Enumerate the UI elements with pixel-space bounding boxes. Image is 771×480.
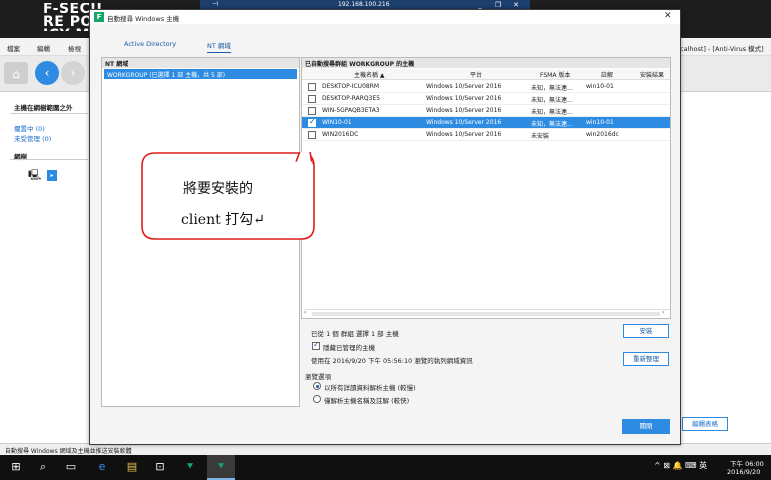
platform-cell: Windows 10/Server 2016: [426, 83, 502, 90]
window-title-fragment: calhost] - [Anti-Virus 模式]: [680, 45, 764, 53]
pending-link[interactable]: 擱置中 (0): [14, 123, 45, 133]
menu-file[interactable]: 檔案: [7, 43, 20, 53]
col-host-name[interactable]: 主機名稱 ▲: [354, 70, 385, 79]
menu-edit[interactable]: 編輯: [37, 43, 50, 53]
clock-time[interactable]: 下午 06:00: [730, 458, 764, 468]
fsma-cell: 未知，無法連...: [531, 109, 573, 116]
divider: [10, 159, 88, 160]
right-pane: [680, 92, 771, 442]
edit-table-button[interactable]: 編輯表格: [682, 417, 728, 431]
comment-cell: win10-01: [586, 83, 614, 90]
home-button[interactable]: ⌂: [4, 62, 28, 84]
refresh-button[interactable]: 重新整理: [623, 352, 669, 366]
edge-icon[interactable]: e: [94, 459, 110, 475]
close-button[interactable]: 關閉: [622, 419, 670, 434]
pin-icon[interactable]: ⊣: [212, 0, 218, 8]
windows-start-icon[interactable]: ⊞: [8, 459, 24, 475]
rdp-host: 192.168.100.216: [338, 1, 390, 8]
host-name-cell: DESKTOP-RARQ3E5: [322, 95, 381, 102]
col-fsma-version[interactable]: FSMA 版本: [540, 70, 570, 79]
table-row[interactable]: WIN-5GPAQB3ETA3 Windows 10/Server 2016 未…: [302, 105, 670, 117]
file-explorer-icon[interactable]: ▤: [124, 459, 140, 475]
row-checkbox[interactable]: [308, 83, 316, 91]
nt-domain-header: NT 網域: [102, 58, 299, 68]
row-checkbox[interactable]: [308, 117, 316, 127]
remote-desktop-screen: F-SECURE POLICY MANAGER ⊣ 192.168.100.21…: [0, 0, 771, 480]
back-button[interactable]: ‹: [35, 61, 59, 85]
row-checkbox[interactable]: [308, 107, 316, 115]
fsma-cell: 未知，無法連...: [531, 121, 573, 128]
selection-info: 已從 1 個 群組 選擇 1 部 主機: [311, 330, 399, 338]
table-row[interactable]: WIN2016DC Windows 10/Server 2016 未安裝 win…: [302, 129, 670, 141]
col-comment[interactable]: 註解: [601, 70, 613, 79]
home-icon: ⌂: [12, 67, 20, 81]
col-platform[interactable]: 平台: [470, 70, 482, 79]
dialog-titlebar[interactable]: F 自動搜尋 Windows 主機 ✕: [90, 10, 680, 24]
comment-cell: win2016dc: [586, 131, 619, 138]
fsecure-icon: F: [94, 12, 104, 22]
chevron-left-icon: ‹: [44, 66, 50, 80]
divider: [10, 113, 88, 114]
radio-full-resolve-label[interactable]: 以所有詳讀資料解析主機 (較慢): [324, 382, 416, 392]
host-name-cell: WIN-5GPAQB3ETA3: [322, 107, 380, 114]
callout-text-line1: 將要安裝的: [183, 181, 253, 197]
hosts-panel-header: 已自動搜尋群組 WORKGROUP 的主機: [302, 58, 670, 68]
task-view-icon[interactable]: ▭: [63, 459, 79, 475]
menu-view[interactable]: 檢視: [68, 43, 81, 53]
fsma-cell: 未安裝: [531, 133, 550, 140]
chevron-right-icon[interactable]: ›: [662, 309, 664, 316]
platform-cell: Windows 10/Server 2016: [426, 131, 502, 138]
row-checkbox[interactable]: [308, 131, 316, 139]
table-row[interactable]: DESKTOP-RARQ3E5 Windows 10/Server 2016 未…: [302, 93, 670, 105]
unmanaged-link[interactable]: 未受管理 (0): [14, 133, 51, 143]
radio-names-only[interactable]: [313, 395, 321, 403]
platform-cell: Windows 10/Server 2016: [426, 107, 502, 114]
system-tray[interactable]: ^ ⊠ 🔔 ⌨ 英: [654, 460, 707, 471]
scope-title: 主機在網樹範圍之外: [14, 104, 73, 112]
tab-active-directory[interactable]: Active Directory: [124, 40, 176, 50]
host-name-cell: WIN2016DC: [322, 131, 359, 138]
fsecure-policy-manager-icon[interactable]: ⯆: [213, 459, 229, 475]
hide-managed-label[interactable]: 隱藏已管理的主機: [323, 342, 375, 352]
hide-managed-checkbox[interactable]: [312, 340, 320, 350]
hosts-table-header: 主機名稱 ▲ 平台 FSMA 版本 註解 安裝結果: [302, 69, 670, 80]
platform-cell: Windows 10/Server 2016: [426, 119, 502, 126]
last-updated-text: 使用在 2016/9/20 下午 05:56:10 瀏覽的執列網域資訊: [311, 357, 473, 365]
left-pane: 主機在網樹範圍之外 擱置中 (0) 未受管理 (0) 網樹 🖳 ▸: [0, 92, 88, 442]
clock-date[interactable]: 2016/9/20: [727, 468, 760, 476]
comment-cell: win10-01: [586, 119, 614, 126]
scan-options-title: 瀏覽選項: [305, 373, 331, 381]
dialog-title: 自動搜尋 Windows 主機: [107, 15, 180, 23]
callout-text-line2: client 打勾↵: [181, 212, 265, 228]
table-row[interactable]: DESKTOP-ICU08RM Windows 10/Server 2016 未…: [302, 81, 670, 93]
chevron-right-icon: ›: [70, 66, 76, 80]
store-icon[interactable]: ⊡: [152, 459, 168, 475]
taskbar: ⊞ ⌕ ▭ e ▤ ⊡ ⯆ ⯆ ^ ⊠ 🔔 ⌨ 英 下午 06:00 2016/…: [0, 455, 771, 480]
status-text: 自動搜尋 Windows 網域及主機並推送安裝軟體: [5, 448, 132, 455]
chevron-left-icon[interactable]: ‹: [304, 309, 306, 316]
radio-full-resolve[interactable]: [313, 382, 321, 390]
install-button[interactable]: 安裝: [623, 324, 669, 338]
workgroup-tree-item[interactable]: WORKGROUP (已選擇 1 部 主機，共 5 部): [104, 69, 297, 79]
fsma-cell: 未知，無法連...: [531, 85, 573, 92]
callout-annotation: 將要安裝的 client 打勾↵: [141, 152, 315, 240]
scrollbar-thumb[interactable]: [312, 312, 660, 316]
search-icon[interactable]: ⌕: [35, 459, 51, 475]
radio-names-only-label[interactable]: 僅解析主機名稱及註解 (較快): [324, 395, 409, 405]
table-row[interactable]: WIN10-01 Windows 10/Server 2016 未知，無法連..…: [302, 117, 670, 129]
host-name-cell: DESKTOP-ICU08RM: [322, 83, 380, 90]
horizontal-scrollbar[interactable]: ‹ ›: [304, 309, 670, 317]
dialog-close-icon[interactable]: ✕: [664, 11, 672, 21]
platform-cell: Windows 10/Server 2016: [426, 95, 502, 102]
fsecure-icon[interactable]: ⯆: [182, 459, 198, 475]
tree-root-node[interactable]: ▸: [47, 170, 57, 181]
col-install-result[interactable]: 安裝結果: [640, 70, 664, 79]
tab-nt-domain[interactable]: NT 網域: [207, 40, 231, 53]
host-name-cell: WIN10-01: [322, 119, 352, 126]
forward-button[interactable]: ›: [61, 61, 85, 85]
fsma-cell: 未知，無法連...: [531, 97, 573, 104]
computer-gear-icon[interactable]: 🖳: [28, 168, 41, 185]
hosts-panel: 已自動搜尋群組 WORKGROUP 的主機 主機名稱 ▲ 平台 FSMA 版本 …: [301, 57, 671, 319]
row-checkbox[interactable]: [308, 95, 316, 103]
